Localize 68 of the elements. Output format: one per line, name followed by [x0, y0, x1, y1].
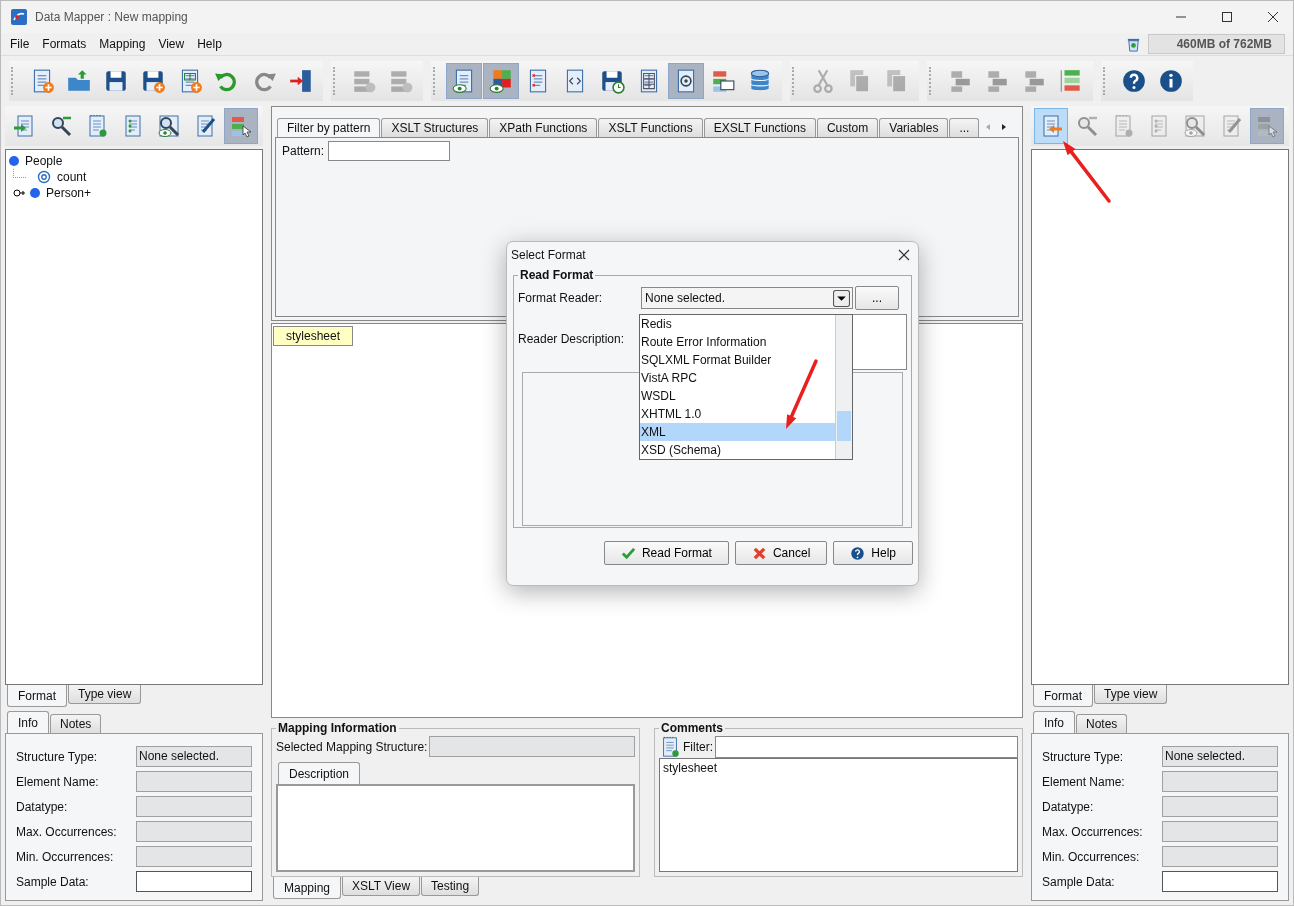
group-title: Mapping Information — [277, 721, 398, 735]
tab[interactable]: Notes — [1076, 714, 1128, 733]
dropdown-option[interactable]: XML — [640, 423, 835, 441]
text-field[interactable]: None selected. — [1162, 746, 1278, 767]
tab[interactable]: XSLT Functions — [598, 118, 703, 137]
tab[interactable]: Custom — [816, 118, 879, 137]
field-label: Pattern: — [282, 143, 325, 160]
tab[interactable]: ... — [949, 118, 980, 137]
confirm-button[interactable]: Read Format — [603, 541, 729, 565]
format-reader-dropdown[interactable]: None selected. — [641, 287, 853, 309]
tab[interactable]: XSLT Structures — [381, 118, 489, 137]
menu-item[interactable]: View — [158, 37, 185, 51]
tab[interactable]: Variables — [879, 118, 949, 137]
tab[interactable]: Type view — [68, 685, 142, 704]
cancel-button[interactable]: Cancel — [734, 541, 828, 565]
dialog-title: Select Format — [511, 248, 586, 262]
tab[interactable]: Notes — [50, 714, 102, 733]
field-label: Datatype: — [16, 799, 68, 814]
field-label: Structure Type: — [16, 749, 98, 764]
menu-item[interactable]: Help — [197, 37, 222, 51]
stylesheet-node[interactable]: stylesheet — [273, 326, 354, 346]
tab[interactable]: Info — [1033, 711, 1075, 733]
tab[interactable]: Type view — [1094, 685, 1168, 704]
tab[interactable]: Info — [7, 711, 49, 733]
list-item[interactable]: stylesheet — [663, 761, 1014, 775]
dropdown-option[interactable]: XSD (Schema) — [640, 441, 835, 459]
tab[interactable]: XSLT View — [342, 877, 421, 896]
dropdown-option[interactable]: Redis — [640, 315, 835, 333]
field-label: Datatype: — [1042, 799, 1094, 814]
field-label: Selected Mapping Structure: — [276, 739, 428, 754]
field-label: Reader Description: — [518, 331, 626, 346]
tree-item[interactable]: count — [56, 170, 88, 184]
dropdown-option[interactable]: VistA RPC — [640, 369, 835, 387]
menu-item[interactable]: Formats — [42, 37, 87, 51]
help-button[interactable]: Help — [833, 541, 913, 565]
text-field[interactable]: None selected. — [136, 746, 252, 767]
field-label: Min. Occurrences: — [1042, 849, 1140, 864]
tree-item[interactable]: People — [24, 154, 64, 168]
field-label: Max. Occurrences: — [16, 824, 117, 839]
dropdown-option[interactable]: WSDL — [640, 387, 835, 405]
field-label: Sample Data: — [16, 874, 89, 889]
tab[interactable]: Mapping — [273, 877, 342, 899]
field-label: Min. Occurrences: — [16, 849, 114, 864]
browse-button[interactable]: ... — [855, 286, 899, 310]
tab[interactable]: Format — [7, 685, 67, 707]
field-label: Element Name: — [1042, 774, 1125, 789]
field-label: Format Reader: — [518, 291, 604, 305]
group-title: Comments — [660, 721, 724, 735]
field-label: Element Name: — [16, 774, 99, 789]
dropdown-option[interactable]: SQLXML Format Builder — [640, 351, 835, 369]
memory-indicator: 460MB of 762MB — [1147, 34, 1285, 54]
tab[interactable]: Filter by pattern — [277, 118, 381, 137]
tab[interactable]: XPath Functions — [489, 118, 598, 137]
group-title: Read Format — [519, 268, 595, 282]
field-label: Max. Occurrences: — [1042, 824, 1143, 839]
tab[interactable]: Testing — [421, 877, 480, 896]
menu-item[interactable]: File — [10, 37, 30, 51]
tab[interactable]: EXSLT Functions — [703, 118, 816, 137]
field-label: Structure Type: — [1042, 749, 1124, 764]
menu-item[interactable]: Mapping — [99, 37, 146, 51]
tree-item[interactable]: Person+ — [45, 186, 93, 200]
tab[interactable]: Format — [1033, 685, 1093, 707]
tab[interactable]: Description — [278, 762, 361, 784]
window-title: Data Mapper : New mapping — [35, 10, 188, 24]
field-label: Filter: — [683, 739, 713, 754]
field-label: Sample Data: — [1042, 874, 1115, 889]
dropdown-option[interactable]: Route Error Information — [640, 333, 835, 351]
dropdown-option[interactable]: XHTML 1.0 — [640, 405, 835, 423]
